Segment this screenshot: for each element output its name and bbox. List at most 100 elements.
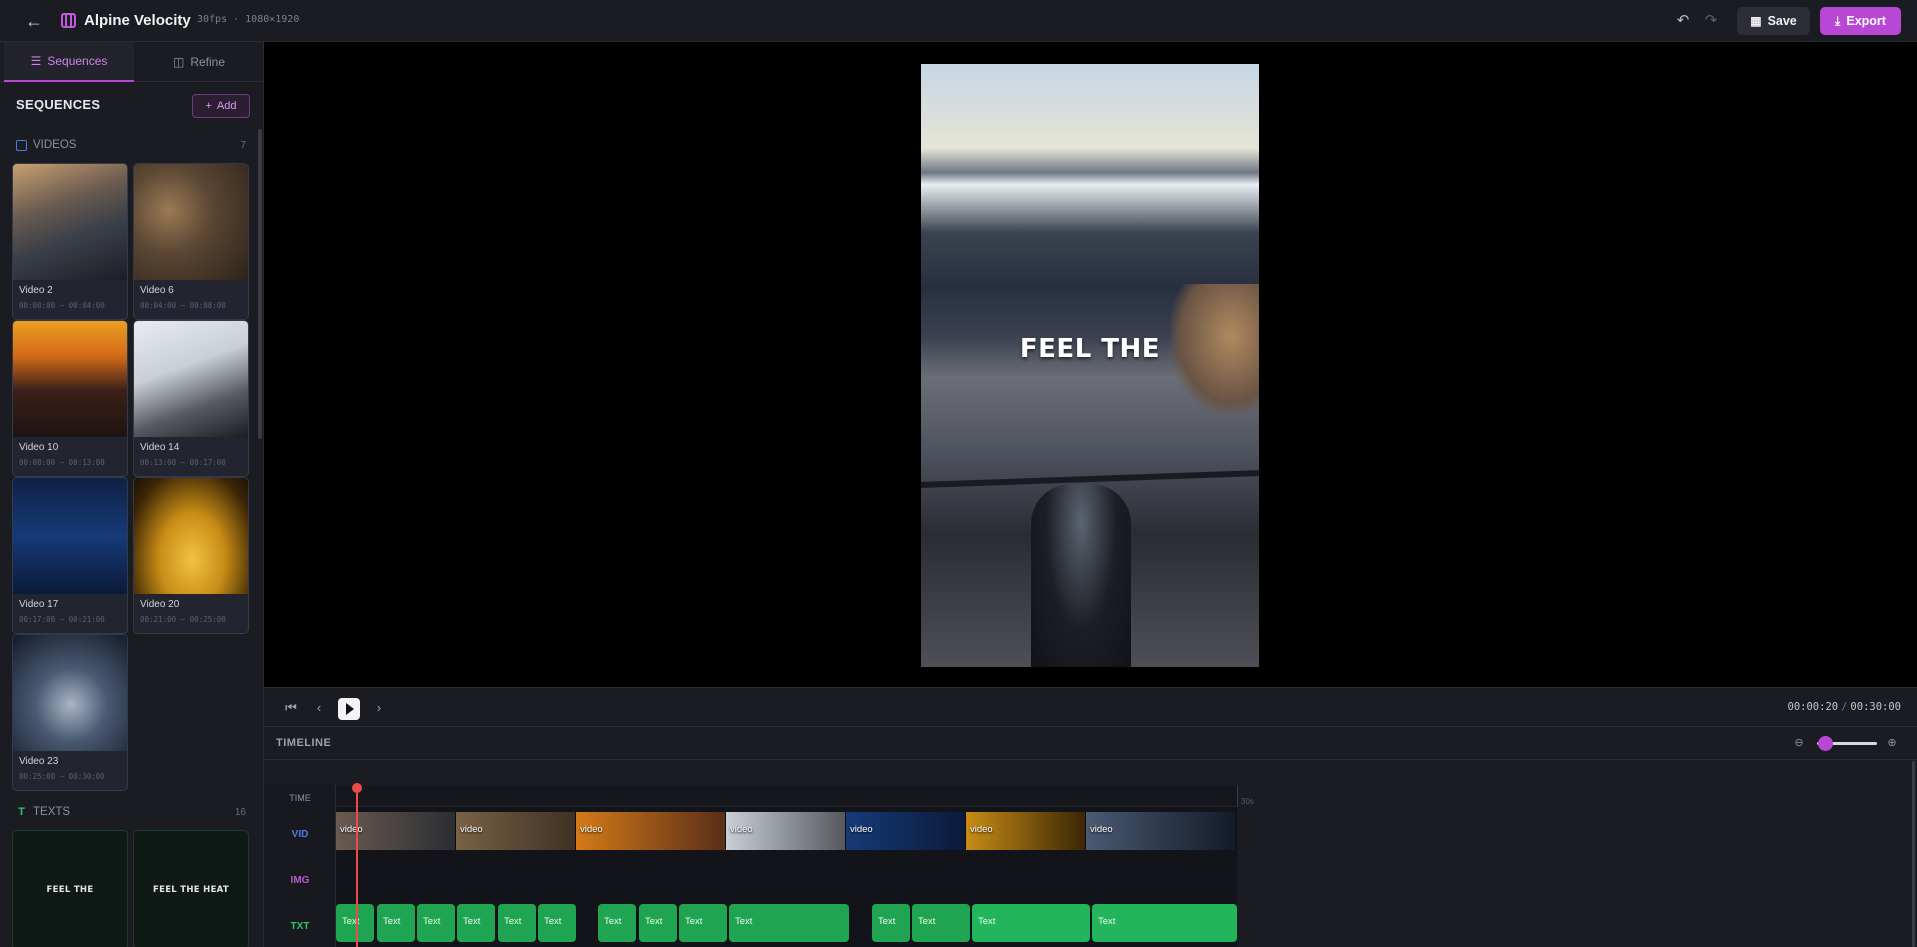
video-track[interactable]: video video video video video video video [336,812,1237,850]
video-name: Video 23 [19,756,59,767]
text-clip[interactable]: Text [639,904,677,942]
zoom-slider-handle[interactable] [1818,736,1833,751]
text-card[interactable]: FEEL THE [12,830,128,947]
zoom-in-icon[interactable]: ⊕ [1885,736,1899,750]
text-icon: T [18,805,25,818]
timeline-tracks[interactable]: video video video video video video video Text… [336,785,1237,947]
text-clip-label: Text [645,916,663,927]
video-time: 00:04:00 – 00:08:00 [140,301,226,310]
video-clip[interactable]: video [966,812,1086,850]
text-clip-label: Text [423,916,441,927]
stem-shape [1031,484,1131,667]
total-time: 00:30:00 [1850,701,1901,713]
text-clip[interactable]: Text [377,904,415,942]
video-clip[interactable]: video [576,812,726,850]
text-clip[interactable]: Text [1092,904,1237,942]
text-clip[interactable]: Text [498,904,536,942]
play-button[interactable] [338,698,360,720]
text-clip-label: Text [604,916,622,927]
video-clip[interactable]: video [456,812,576,850]
add-sequence-button[interactable]: + Add [192,94,250,118]
track-label-txt: TXT [290,921,310,932]
video-card[interactable]: Video 6 00:04:00 – 00:08:00 [133,163,249,320]
video-card[interactable]: Video 20 00:21:00 – 00:25:00 [133,477,249,634]
track-label-img: IMG [290,875,310,886]
caption-overlay[interactable]: FEEL THE [921,334,1259,364]
sidebar: ☰ Sequences ◫ Refine SEQUENCES + Add VID… [0,42,264,947]
text-clip[interactable]: Text [336,904,374,942]
video-time: 00:25:00 – 00:30:00 [19,772,105,781]
video-name: Video 6 [140,285,174,296]
sidebar-scrollbar[interactable] [258,129,262,439]
video-thumbnail [13,321,127,437]
playhead[interactable] [356,785,358,947]
text-clip[interactable]: Text [598,904,636,942]
text-clip-label: Text [1098,916,1116,927]
videos-count: 7 [240,139,246,151]
track-label-time: TIME [289,793,311,803]
video-clip-label: video [730,824,753,835]
text-clip[interactable]: Text [729,904,849,942]
back-arrow-icon[interactable]: ← [24,11,44,31]
text-clip[interactable]: Text [872,904,910,942]
ruler-tick [1237,785,1238,807]
video-card[interactable]: Video 23 00:25:00 – 00:30:00 [12,634,128,791]
video-time: 00:21:00 – 00:25:00 [140,615,226,624]
step-forward-icon[interactable]: › [370,699,388,717]
video-name: Video 20 [140,599,180,610]
skip-to-start-icon[interactable]: ⏮ [282,699,300,717]
video-clip[interactable]: video [336,812,456,850]
export-button[interactable]: ⤓ Export [1820,7,1901,35]
text-clip[interactable]: Text [538,904,576,942]
save-button[interactable]: ▦ Save [1737,7,1810,35]
sequences-heading: SEQUENCES [16,97,101,112]
text-track[interactable]: Text Text Text Text Text Text Text Text Text Text… [336,904,1237,942]
video-frame[interactable]: FEEL THE [921,64,1259,667]
video-clip-label: video [580,824,603,835]
zoom-out-icon[interactable]: ⊖ [1792,736,1806,750]
transport-controls: ⏮ ‹ › 00:00:20/00:30:00 [264,687,1917,727]
project-meta: 30fps · 1080×1920 [197,14,300,25]
text-clip[interactable]: Text [417,904,455,942]
text-clip-label: Text [383,916,401,927]
tab-label: Refine [190,55,226,69]
layers-icon: ☰ [30,54,42,68]
divider [264,759,1917,760]
tab-refine[interactable]: ◫ Refine [134,42,263,82]
text-card[interactable]: FEEL THE HEAT [133,830,249,947]
video-thumbnail [134,478,248,594]
video-card[interactable]: Video 14 00:13:00 – 00:17:00 [133,320,249,477]
video-time: 00:08:00 – 00:13:00 [19,458,105,467]
video-clip[interactable]: video [726,812,846,850]
text-clip-label: Text [504,916,522,927]
tab-label: Sequences [47,54,108,68]
tab-sequences[interactable]: ☰ Sequences [4,42,134,82]
chat-icon: ◫ [172,55,185,69]
undo-icon[interactable]: ↶ [1673,11,1693,31]
timeline-scrollbar[interactable] [1912,761,1915,947]
export-label: Export [1846,14,1886,28]
video-card[interactable]: Video 10 00:08:00 – 00:13:00 [12,320,128,477]
redo-icon[interactable]: ↷ [1701,11,1721,31]
text-clip[interactable]: Text [679,904,727,942]
playhead-handle[interactable] [352,783,362,793]
video-clip[interactable]: video [846,812,966,850]
text-clip[interactable]: Text [972,904,1090,942]
video-clip[interactable]: video [1086,812,1237,850]
video-card[interactable]: Video 2 00:00:00 – 00:04:00 [12,163,128,320]
texts-section-header[interactable]: T TEXTS 16 [16,805,246,819]
video-editor: ← Alpine Velocity 30fps · 1080×1920 ↶ ↷ … [0,0,1917,947]
video-thumbnail [13,635,127,751]
video-time: 00:00:00 – 00:04:00 [19,301,105,310]
time-ruler[interactable] [336,785,1237,807]
videos-section-header[interactable]: VIDEOS 7 [16,138,246,152]
video-name: Video 14 [140,442,180,453]
step-back-icon[interactable]: ‹ [310,699,328,717]
video-thumbnail [13,164,127,280]
text-clip[interactable]: Text [912,904,970,942]
text-clip[interactable]: Text [457,904,495,942]
video-name: Video 10 [19,442,59,453]
video-card[interactable]: Video 17 00:17:00 – 00:21:00 [12,477,128,634]
video-time: 00:17:00 – 00:21:00 [19,615,105,624]
texts-label: TEXTS [33,806,71,818]
